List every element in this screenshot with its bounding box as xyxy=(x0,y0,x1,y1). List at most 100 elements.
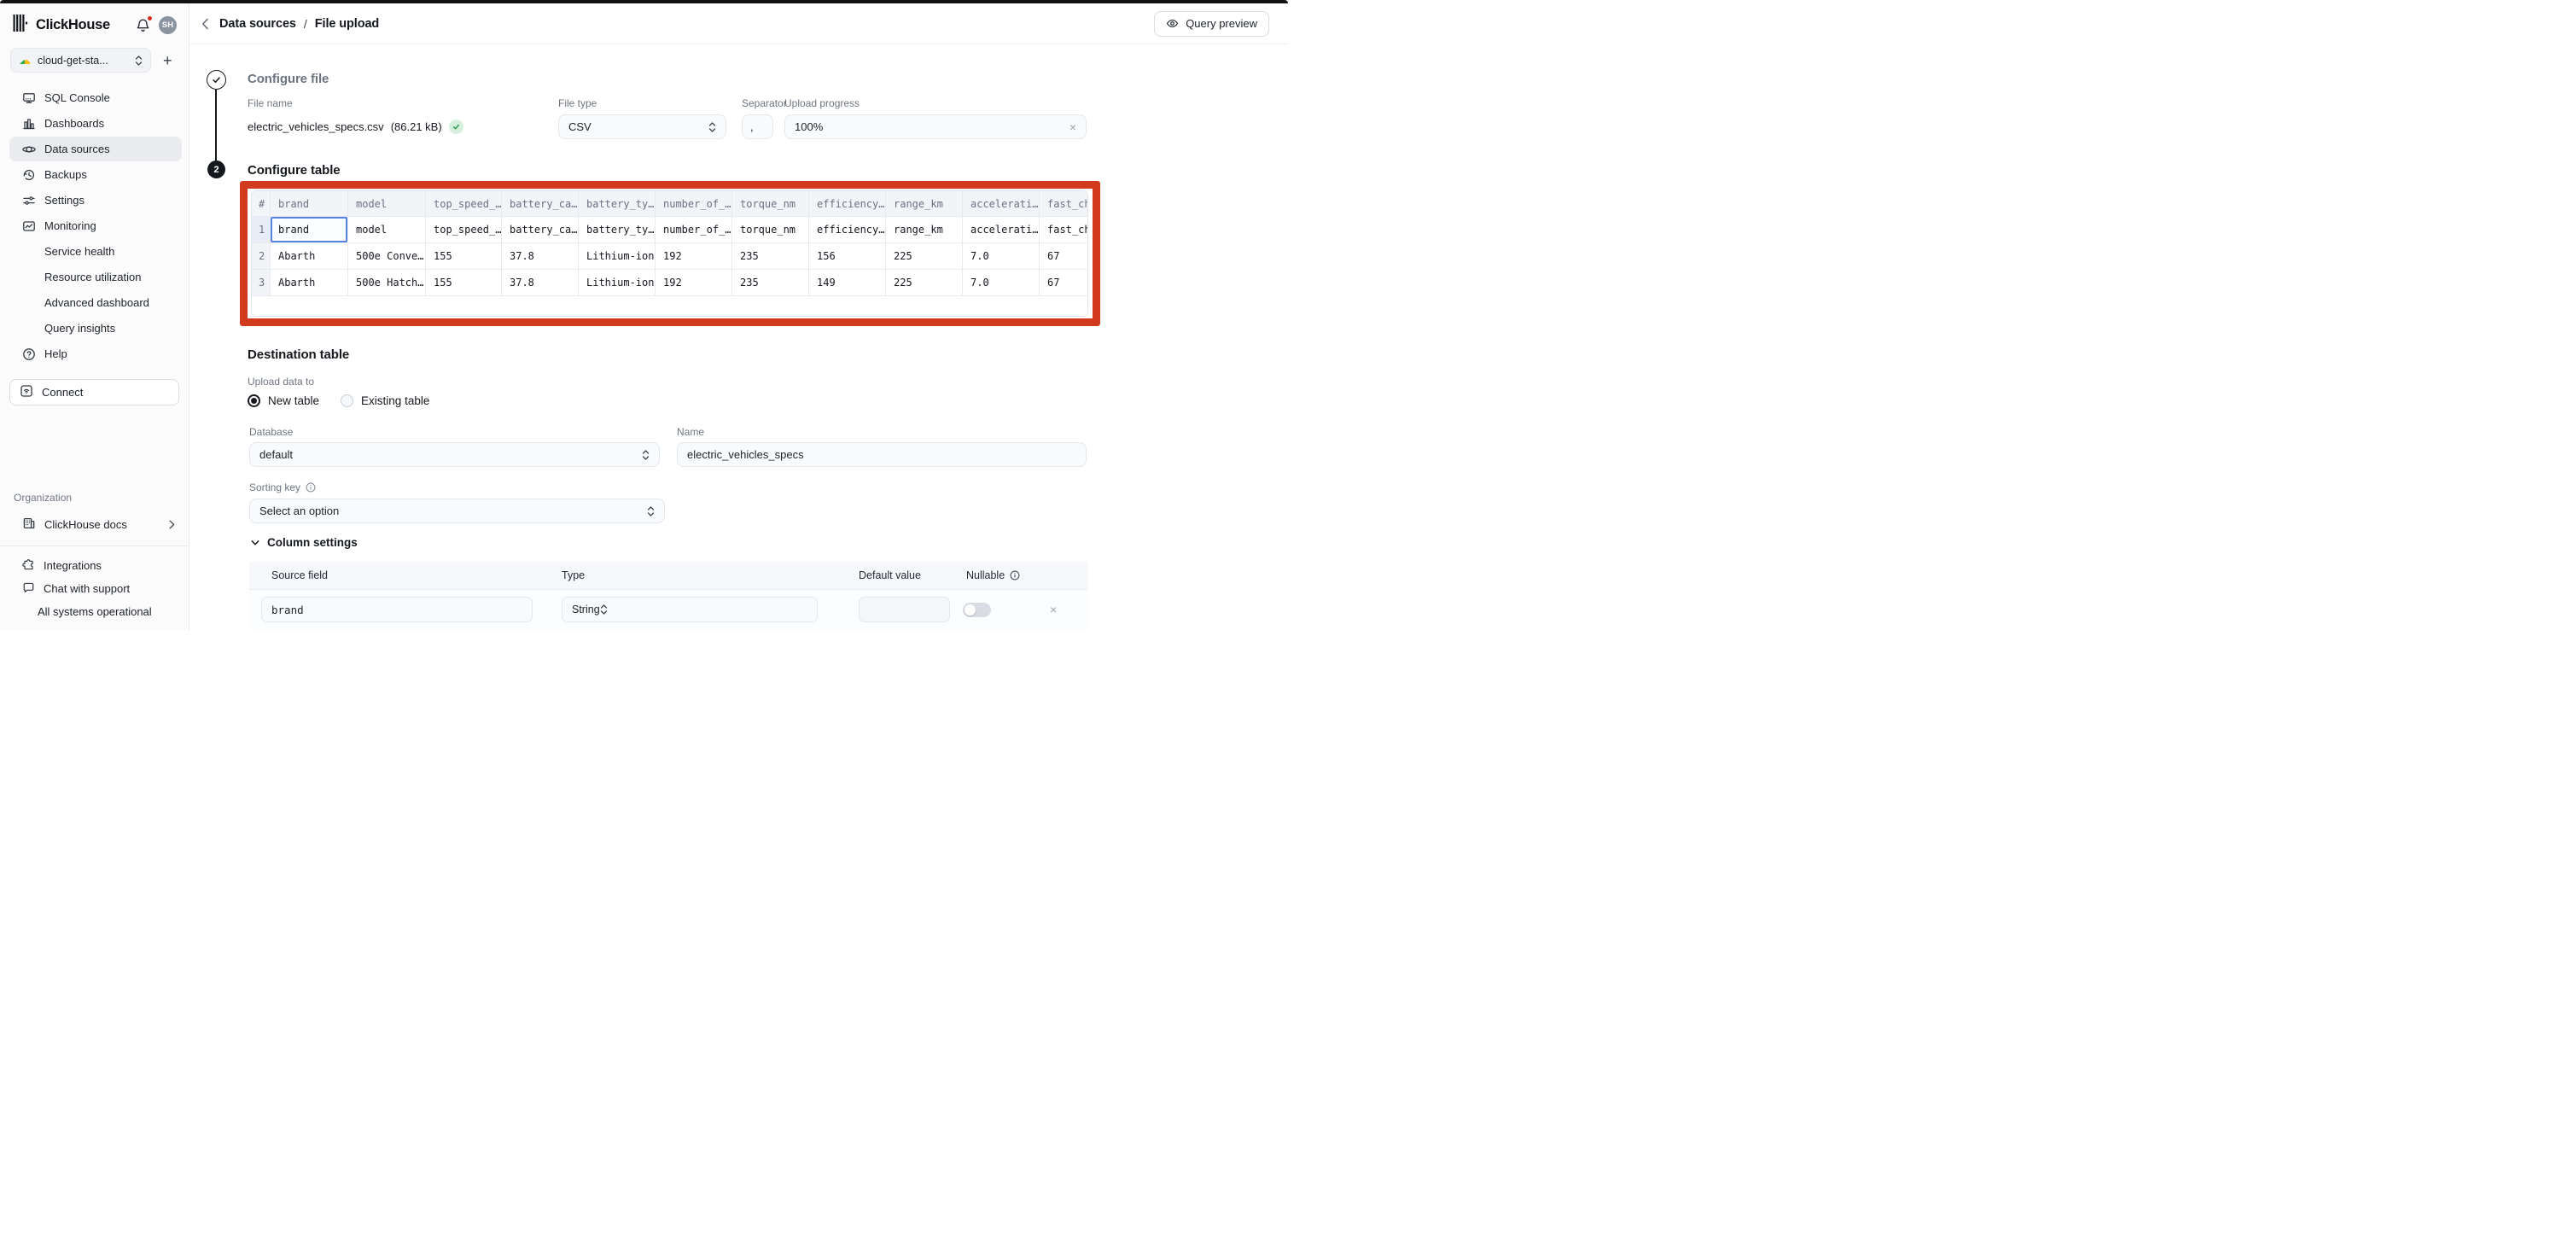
new-table-radio[interactable] xyxy=(248,394,260,407)
upload-data-to-label: Upload data to xyxy=(248,376,314,388)
sidebar-item-help[interactable]: Help xyxy=(9,341,182,366)
sidebar-item-label: Query insights xyxy=(44,322,115,335)
sidebar-item-advanced-dashboard[interactable]: Advanced dashboard xyxy=(9,290,182,315)
source-field-input[interactable]: brand xyxy=(261,597,533,622)
sidebar-item-service-health[interactable]: Service health xyxy=(9,239,182,264)
console-icon xyxy=(22,91,36,105)
preview-cell[interactable]: Lithium-ion xyxy=(579,243,656,269)
sorting-key-label: Sorting key xyxy=(249,481,300,493)
column-settings-row: brand String × xyxy=(249,590,1087,630)
preview-cell[interactable]: 500e Conve… xyxy=(348,243,426,269)
existing-table-radio[interactable] xyxy=(341,394,353,407)
sorting-key-select[interactable]: Select an option xyxy=(249,499,665,523)
sidebar-footer: Integrations Chat with support All syste… xyxy=(0,545,189,630)
chevron-updown-icon xyxy=(642,450,650,460)
sidebar-item-integrations[interactable]: Integrations xyxy=(0,554,189,577)
preview-col-header: top_speed_… xyxy=(426,191,502,216)
breadcrumb-separator: / xyxy=(304,17,307,31)
preview-col-header: number_of_… xyxy=(656,191,732,216)
preview-cell[interactable]: 37.8 xyxy=(502,243,579,269)
upload-progress-input[interactable]: 100% × xyxy=(784,114,1087,139)
gcp-cloud-icon: ☁ xyxy=(19,54,31,66)
sidebar-item-clickhouse-docs[interactable]: ClickHouse docs xyxy=(0,511,189,537)
preview-cell[interactable]: Abarth xyxy=(271,270,348,295)
preview-cell[interactable]: 156 xyxy=(809,243,886,269)
clear-file-icon[interactable]: × xyxy=(1069,121,1076,133)
preview-cell[interactable]: 3 xyxy=(252,270,271,295)
preview-cell[interactable]: 500e Hatch… xyxy=(348,270,426,295)
preview-cell[interactable]: 155 xyxy=(426,270,502,295)
notifications-button[interactable] xyxy=(136,18,150,32)
nullable-toggle[interactable] xyxy=(963,603,991,617)
preview-cell[interactable]: top_speed_… xyxy=(426,217,502,242)
clickhouse-logo-icon xyxy=(13,15,30,36)
sidebar-item-sql-console[interactable]: SQL Console xyxy=(9,85,182,110)
breadcrumb-parent[interactable]: Data sources xyxy=(219,17,296,31)
name-label: Name xyxy=(677,426,704,438)
preview-cell[interactable]: efficiency… xyxy=(809,217,886,242)
file-upload-success-badge xyxy=(449,120,463,134)
sidebar-item-chat-support[interactable]: Chat with support xyxy=(0,577,189,600)
type-header: Type xyxy=(562,569,585,581)
table-name-input[interactable]: electric_vehicles_specs xyxy=(677,442,1087,467)
chevron-right-icon xyxy=(169,520,175,529)
sidebar-item-query-insights[interactable]: Query insights xyxy=(9,316,182,341)
default-value-input[interactable] xyxy=(859,597,950,622)
sidebar-item-dashboards[interactable]: Dashboards xyxy=(9,111,182,136)
add-service-button[interactable]: + xyxy=(163,53,172,68)
avatar[interactable]: SH xyxy=(159,16,177,34)
service-selector[interactable]: ☁ cloud-get-sta... xyxy=(10,48,151,73)
preview-cell[interactable]: 235 xyxy=(732,243,809,269)
preview-cell[interactable]: brand xyxy=(271,217,348,242)
connect-button[interactable]: Connect xyxy=(9,379,179,405)
sidebar-item-monitoring[interactable]: Monitoring xyxy=(9,213,182,238)
database-select[interactable]: default xyxy=(249,442,660,467)
preview-cell[interactable]: Lithium-ion xyxy=(579,270,656,295)
preview-cell[interactable]: number_of_… xyxy=(656,217,732,242)
chevron-updown-icon xyxy=(135,55,143,66)
preview-cell[interactable]: battery_ty… xyxy=(579,217,656,242)
separator-input[interactable]: , xyxy=(742,114,773,139)
preview-cell[interactable]: accelerati… xyxy=(963,217,1040,242)
preview-cell[interactable]: 67 xyxy=(1040,243,1088,269)
preview-cell[interactable]: Abarth xyxy=(271,243,348,269)
sidebar-item-resource-utilization[interactable]: Resource utilization xyxy=(9,265,182,289)
preview-cell[interactable]: 67 xyxy=(1040,270,1088,295)
source-field-value: brand xyxy=(271,604,304,616)
preview-cell[interactable]: 2 xyxy=(252,243,271,269)
remove-column-icon[interactable]: × xyxy=(1050,604,1057,615)
preview-cell[interactable]: 155 xyxy=(426,243,502,269)
query-preview-button[interactable]: Query preview xyxy=(1154,11,1269,37)
preview-cell[interactable]: battery_ca… xyxy=(502,217,579,242)
service-selector-value: cloud-get-sta... xyxy=(38,55,128,67)
preview-cell[interactable]: 7.0 xyxy=(963,270,1040,295)
preview-cell[interactable]: 149 xyxy=(809,270,886,295)
back-button[interactable] xyxy=(201,18,209,30)
preview-cell[interactable]: 192 xyxy=(656,243,732,269)
preview-cell[interactable]: range_km xyxy=(886,217,963,242)
preview-cell[interactable]: 225 xyxy=(886,243,963,269)
sidebar-item-settings[interactable]: Settings xyxy=(9,188,182,213)
column-settings-toggle[interactable]: Column settings xyxy=(251,536,358,549)
preview-cell[interactable]: 192 xyxy=(656,270,732,295)
file-type-select[interactable]: CSV xyxy=(558,114,726,139)
file-name-label: File name xyxy=(248,97,293,109)
preview-cell[interactable]: model xyxy=(348,217,426,242)
preview-cell[interactable]: 1 xyxy=(252,217,271,242)
preview-cell[interactable]: torque_nm xyxy=(732,217,809,242)
type-select[interactable]: String xyxy=(562,597,818,622)
system-status[interactable]: All systems operational xyxy=(0,600,189,623)
history-icon xyxy=(22,168,36,182)
preview-cell[interactable]: fast_cha xyxy=(1040,217,1088,242)
info-icon xyxy=(306,482,316,493)
sidebar-item-data-sources[interactable]: Data sources xyxy=(9,137,182,161)
preview-cell[interactable]: 235 xyxy=(732,270,809,295)
preview-table: #brandmodeltop_speed_…battery_ca…battery… xyxy=(251,190,1088,317)
preview-cell[interactable]: 37.8 xyxy=(502,270,579,295)
preview-cell[interactable]: 7.0 xyxy=(963,243,1040,269)
preview-col-header: brand xyxy=(271,191,348,216)
sidebar-item-backups[interactable]: Backups xyxy=(9,162,182,187)
preview-cell[interactable]: 225 xyxy=(886,270,963,295)
preview-col-header: fast_cha xyxy=(1040,191,1088,216)
sidebar-item-label: Advanced dashboard xyxy=(44,296,149,309)
